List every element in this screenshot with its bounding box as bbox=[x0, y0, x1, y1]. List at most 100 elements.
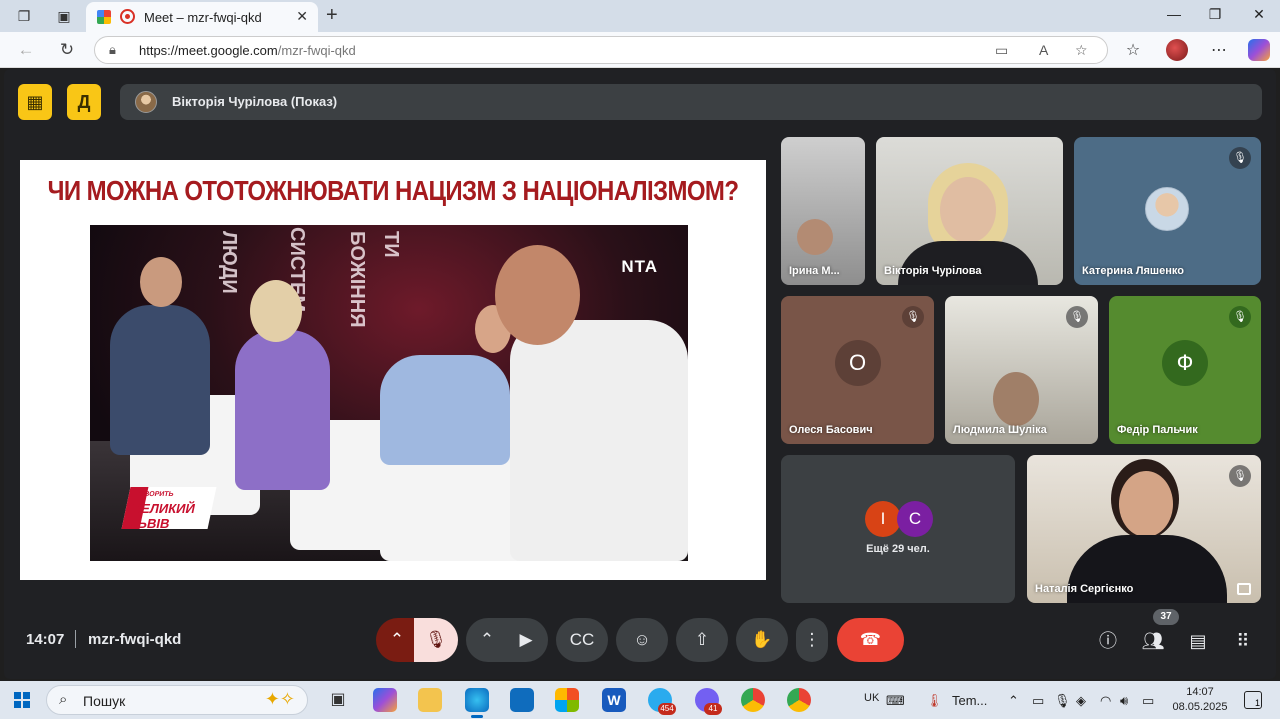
edge-browser-icon[interactable] bbox=[465, 688, 489, 718]
more-options-button[interactable]: ⋮ bbox=[796, 618, 828, 662]
presenter-name: Вікторія Чурілова (Показ) bbox=[172, 94, 338, 109]
participant-tile[interactable]: Вікторія Чурілова bbox=[876, 137, 1063, 285]
chrome-profile-icon[interactable] bbox=[787, 688, 811, 712]
guest-figure bbox=[235, 330, 330, 490]
participant-body bbox=[898, 241, 1038, 285]
address-bar[interactable]: 🔒︎ https://meet.google.com/mzr-fwqi-qkd … bbox=[94, 36, 1108, 64]
emoji-reaction-button[interactable]: ☺ bbox=[616, 618, 668, 662]
people-icon[interactable]: 👥︎ bbox=[1141, 629, 1165, 653]
microphone-tray-icon[interactable]: 🎙︎ bbox=[1054, 693, 1071, 709]
taskbar-search[interactable]: ⌕ Пошук ✦✧ bbox=[46, 685, 308, 715]
tab-close-icon[interactable]: ✕ bbox=[296, 8, 308, 25]
participant-name: Катерина Ляшенко bbox=[1082, 265, 1184, 277]
windows-start-icon[interactable] bbox=[14, 692, 30, 708]
captions-button[interactable]: CC bbox=[556, 618, 608, 662]
more-options-icon[interactable]: ⋯ bbox=[1208, 40, 1230, 60]
chat-icon[interactable]: ▤ bbox=[1186, 629, 1210, 653]
video-options-chevron-icon[interactable]: ⌃ bbox=[466, 618, 508, 662]
participant-tile[interactable]: 🎙︎ Катерина Ляшенко bbox=[1074, 137, 1261, 285]
store-icon[interactable] bbox=[555, 688, 579, 712]
neon-word: ЛЮДИ bbox=[218, 231, 240, 294]
reload-icon[interactable]: ↻ bbox=[57, 40, 77, 60]
minimize-icon[interactable]: — bbox=[1164, 6, 1184, 22]
chrome-icon[interactable] bbox=[741, 688, 765, 712]
participant-name: Федір Пальчик bbox=[1117, 424, 1198, 436]
audio-options-chevron-icon[interactable]: ⌃ bbox=[376, 618, 418, 662]
pin-icon[interactable] bbox=[1237, 583, 1251, 595]
language-indicator[interactable]: UK bbox=[864, 692, 879, 704]
maximize-icon[interactable]: ❐ bbox=[1205, 6, 1225, 23]
mic-off-icon: 🎙︎ bbox=[902, 306, 924, 328]
hide-presentation-icon[interactable]: ▦ bbox=[18, 84, 52, 120]
telegram-unread-badge: 454 bbox=[658, 703, 676, 715]
participant-face bbox=[797, 219, 833, 255]
show-badge: ГОВОРИТЬ ВЕЛИКИЙ ЛЬВІВ bbox=[121, 487, 217, 531]
mic-off-icon: 🎙︎ bbox=[1229, 147, 1251, 169]
leave-call-button[interactable]: ☎ bbox=[837, 618, 904, 662]
participant-face bbox=[993, 372, 1039, 426]
participant-initial: І bbox=[865, 501, 901, 537]
read-aloud-icon[interactable]: A bbox=[1039, 42, 1048, 58]
word-icon[interactable]: W bbox=[602, 688, 626, 712]
wifi-icon[interactable]: ◠ bbox=[1100, 693, 1111, 709]
mic-off-icon: 🎙︎ bbox=[1229, 306, 1251, 328]
tab-actions-icon[interactable]: ▣ bbox=[55, 7, 73, 25]
divider bbox=[75, 630, 76, 648]
back-arrow-icon[interactable]: ← bbox=[16, 40, 36, 60]
window-close-icon[interactable]: ✕ bbox=[1249, 6, 1269, 23]
keyboard-icon[interactable]: ⌨ bbox=[886, 693, 905, 709]
weather-label[interactable]: Tem... bbox=[952, 693, 987, 708]
more-participants-tile[interactable]: І С Ещё 29 чел. bbox=[781, 455, 1015, 603]
meet-window: ▦ Д Вікторія Чурілова (Показ) ЧИ МОЖНА О… bbox=[4, 69, 1276, 679]
favorite-star-icon[interactable]: ☆ bbox=[1075, 42, 1088, 59]
activities-icon[interactable]: ⠿ bbox=[1231, 629, 1255, 653]
browser-toolbar: ← ↻ 🔒︎ https://meet.google.com/mzr-fwqi-… bbox=[0, 32, 1280, 68]
tv-channel-logo: NTA bbox=[621, 257, 658, 276]
browser-tab-bar: ❐ ▣ Meet – mzr-fwqi-qkd ✕ + — ❐ ✕ bbox=[0, 0, 1280, 32]
profile-avatar[interactable] bbox=[1166, 39, 1188, 61]
camera-tray-icon[interactable]: ▭ bbox=[1032, 693, 1044, 709]
guest-head bbox=[140, 257, 182, 307]
file-explorer-icon[interactable] bbox=[418, 688, 442, 712]
participant-name: Олеся Басович bbox=[789, 424, 873, 436]
participant-tile[interactable]: 🎙︎ О Олеся Басович bbox=[781, 296, 934, 444]
copilot-icon[interactable] bbox=[1248, 39, 1270, 61]
neon-word: БОЖІННЯ bbox=[346, 231, 368, 328]
volume-icon[interactable]: 🔊︎ bbox=[1120, 693, 1128, 709]
windows-taskbar: ⌕ Пошук ✦✧ ▣ W 454 41 UK ⌨ 🌡︎ Tem... ⌃ ▭… bbox=[0, 681, 1280, 719]
participant-face bbox=[940, 177, 996, 243]
outlook-icon[interactable] bbox=[510, 688, 534, 712]
workspaces-icon[interactable]: ❐ bbox=[15, 7, 33, 25]
camera-button[interactable]: ▶ bbox=[504, 618, 548, 662]
mic-off-button[interactable]: 🎙︎ bbox=[414, 618, 458, 662]
url-path: /mzr-fwqi-qkd bbox=[277, 43, 356, 58]
notifications-icon[interactable]: 1 bbox=[1244, 691, 1262, 709]
shared-presentation: ЧИ МОЖНА ОТОТОЖНЮВАТИ НАЦИЗМ З НАЦІОНАЛІ… bbox=[20, 160, 766, 580]
show-hidden-icons-chevron-icon[interactable]: ⌃ bbox=[1008, 693, 1019, 709]
location-icon[interactable]: ◈ bbox=[1076, 693, 1086, 709]
participant-face bbox=[1119, 471, 1173, 537]
participant-tile[interactable]: Ірина М... bbox=[781, 137, 865, 285]
search-icon: ⌕ bbox=[59, 691, 68, 708]
recording-icon bbox=[120, 9, 135, 24]
participant-avatar bbox=[1145, 187, 1189, 231]
participant-tile[interactable]: 🎙︎ Ф Федір Пальчик bbox=[1109, 296, 1261, 444]
url-host: https://meet.google.com bbox=[139, 43, 278, 58]
participant-tile[interactable]: 🎙︎ Наталія Сергієнко bbox=[1027, 455, 1261, 603]
raise-hand-button[interactable]: ✋ bbox=[736, 618, 788, 662]
favorites-icon[interactable]: ☆ bbox=[1122, 40, 1144, 60]
camera-in-use-icon[interactable]: ▭ bbox=[995, 42, 1008, 59]
present-screen-button[interactable]: ⇧ bbox=[676, 618, 728, 662]
layout-icon[interactable]: Д bbox=[67, 84, 101, 120]
participant-tile[interactable]: 🎙︎ Людмила Шуліка bbox=[945, 296, 1098, 444]
new-tab-icon[interactable]: + bbox=[326, 4, 338, 27]
task-view-icon[interactable]: ▣ bbox=[326, 688, 350, 712]
thermometer-icon[interactable]: 🌡︎ bbox=[926, 693, 943, 709]
battery-icon[interactable]: ▭ bbox=[1142, 693, 1154, 709]
meeting-info-icon[interactable]: ⓘ bbox=[1096, 629, 1120, 653]
taskbar-clock[interactable]: 14:07 08.05.2025 bbox=[1170, 685, 1230, 715]
presenter-bar[interactable]: Вікторія Чурілова (Показ) bbox=[120, 84, 1262, 120]
browser-tab-meet[interactable]: Meet – mzr-fwqi-qkd ✕ bbox=[86, 2, 318, 32]
copilot-app-icon[interactable] bbox=[373, 688, 397, 712]
guest-figure bbox=[510, 320, 688, 561]
